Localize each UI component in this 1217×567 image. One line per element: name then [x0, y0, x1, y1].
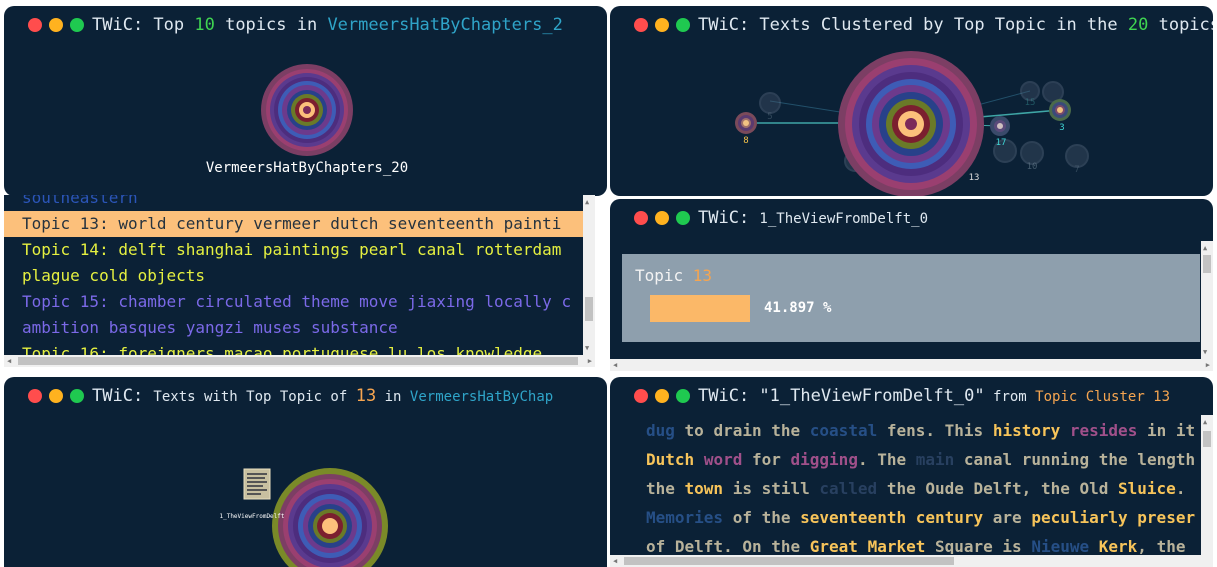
text-word: Nieuwe [1031, 537, 1090, 554]
panel-title: TWiC: "1_TheViewFromDelft_0" from Topic … [698, 386, 1171, 406]
minimize-icon[interactable] [655, 389, 669, 403]
document-topic-panel: TWiC: 1_TheViewFromDelft_0 Topic 13 41.8… [610, 199, 1213, 371]
corpus-label: VermeersHatByChapters_20 [206, 160, 408, 176]
text-word: called [819, 479, 878, 498]
text-word: drain [713, 421, 762, 440]
horizontal-scrollbar[interactable]: ◀ [610, 555, 1213, 567]
close-icon[interactable] [634, 389, 648, 403]
text-word: , the [1137, 537, 1186, 554]
text-word: word [703, 450, 743, 469]
text-word: main [915, 450, 955, 469]
vertical-scrollbar[interactable]: ▲ ▼ [1201, 241, 1213, 359]
topic-percent: 41.897 % [764, 300, 832, 316]
horizontal-scrollbar[interactable]: ◀ ▶ [610, 359, 1213, 371]
clusters-panel: TWiC: Texts Clustered by Top Topic in th… [610, 6, 1213, 196]
minimize-icon[interactable] [655, 211, 669, 225]
text-line: Dutch word for digging. The main canal r… [646, 445, 1202, 474]
scroll-thumb[interactable] [585, 297, 593, 321]
node-label: 5 [767, 112, 772, 122]
doc-label: 1_TheViewFromDelft [219, 513, 284, 520]
text-word [1060, 421, 1070, 440]
horizontal-scrollbar[interactable]: ◀ ▶ [4, 355, 595, 367]
doctext-titlebar: TWiC: "1_TheViewFromDelft_0" from Topic … [610, 377, 1213, 415]
text-word: Square is [925, 537, 1032, 554]
maximize-icon[interactable] [676, 389, 690, 403]
topics-panel: TWiC: Top 10 topics in VermeersHatByChap… [4, 6, 607, 196]
vertical-scrollbar[interactable]: ▲ [1201, 415, 1213, 555]
list-item: ambition basques yangzi muses substance [22, 318, 398, 337]
text-word: Kerk [1098, 537, 1138, 554]
scroll-thumb[interactable] [1203, 255, 1211, 273]
list-item[interactable]: Topic 14: delft shanghai paintings pearl… [4, 237, 595, 263]
text-line: the town is still called the Oude Delft,… [646, 474, 1202, 503]
text-word: . The [857, 450, 916, 469]
text-word: to [674, 421, 714, 440]
node-label: 8 [743, 136, 748, 146]
text-word: for [742, 450, 791, 469]
topic-percent-bar [650, 295, 750, 322]
document-text: dug to drain the coastal fens. This hist… [646, 416, 1202, 554]
text-word: history [992, 421, 1061, 440]
list-item[interactable]: Topic 15: chamber circulated theme move … [4, 289, 595, 315]
text-word: is still [723, 479, 820, 498]
node-label: 15 [1025, 98, 1036, 108]
text-word: the Oude Delft, the Old [877, 479, 1119, 498]
text-word: digging [790, 450, 858, 469]
text-word: in it [1137, 421, 1196, 440]
node-label: 7 [1074, 165, 1079, 175]
text-word: . [1175, 479, 1186, 498]
text-line: Memories of the seventeenth century are … [646, 503, 1202, 532]
topic-card-label: Topic 13 [635, 266, 713, 285]
list-item: plague cold objects [22, 266, 206, 285]
text-word: of the [723, 508, 801, 527]
text-word [694, 450, 704, 469]
close-icon[interactable] [634, 211, 648, 225]
node-label: 17 [996, 138, 1007, 148]
scroll-thumb[interactable] [1203, 431, 1211, 447]
text-graph[interactable]: 1_TheViewFromDelft [4, 377, 607, 567]
maximize-icon[interactable] [676, 211, 690, 225]
text-word: Memories [646, 508, 724, 527]
doc-titlebar: TWiC: 1_TheViewFromDelft_0 [610, 199, 1213, 237]
node-label: 10 [1027, 162, 1038, 172]
text-line: of Delft. On the Great Market Square is … [646, 532, 1202, 554]
vertical-scrollbar[interactable]: ▲ ▼ [583, 195, 595, 355]
text-word: are [983, 508, 1032, 527]
text-line: dug to drain the coastal fens. This hist… [646, 416, 1202, 445]
text-word: dug [646, 421, 675, 440]
corpus-bullseye[interactable]: VermeersHatByChapters_20 [4, 6, 607, 196]
list-item: southeastern [22, 195, 138, 207]
texts-panel: TWiC: Texts with Top Topic of 13 in Verm… [4, 377, 607, 567]
node-label: 13 [969, 173, 980, 183]
text-word: peculiarly preser [1031, 508, 1196, 527]
text-word: coastal [809, 421, 878, 440]
text-word: fens. This [877, 421, 993, 440]
text-word: seventeenth century [800, 508, 984, 527]
text-word: the [761, 421, 810, 440]
cluster-graph[interactable]: 8 15 3 17 13 10 5 7 [610, 6, 1213, 196]
scroll-thumb[interactable] [624, 557, 954, 565]
list-item-selected[interactable]: Topic 13: world century vermeer dutch se… [4, 211, 595, 237]
text-word: resides [1069, 421, 1138, 440]
topic-list[interactable]: southeastern Topic 13: world century ver… [4, 195, 595, 367]
topic-card[interactable]: Topic 13 41.897 % [622, 254, 1200, 342]
text-word: the [646, 479, 685, 498]
panel-title: TWiC: 1_TheViewFromDelft_0 [698, 208, 928, 228]
text-word: of Delft. On the [646, 537, 810, 554]
text-word: canal running the length [954, 450, 1196, 469]
node-label: 3 [1059, 123, 1064, 133]
text-word: Sluice [1118, 479, 1176, 498]
text-word: Great Market [809, 537, 926, 554]
text-word: town [684, 479, 724, 498]
text-word [1089, 537, 1099, 554]
document-icon[interactable] [243, 468, 271, 500]
text-word: Dutch [646, 450, 695, 469]
scroll-thumb[interactable] [18, 357, 578, 365]
